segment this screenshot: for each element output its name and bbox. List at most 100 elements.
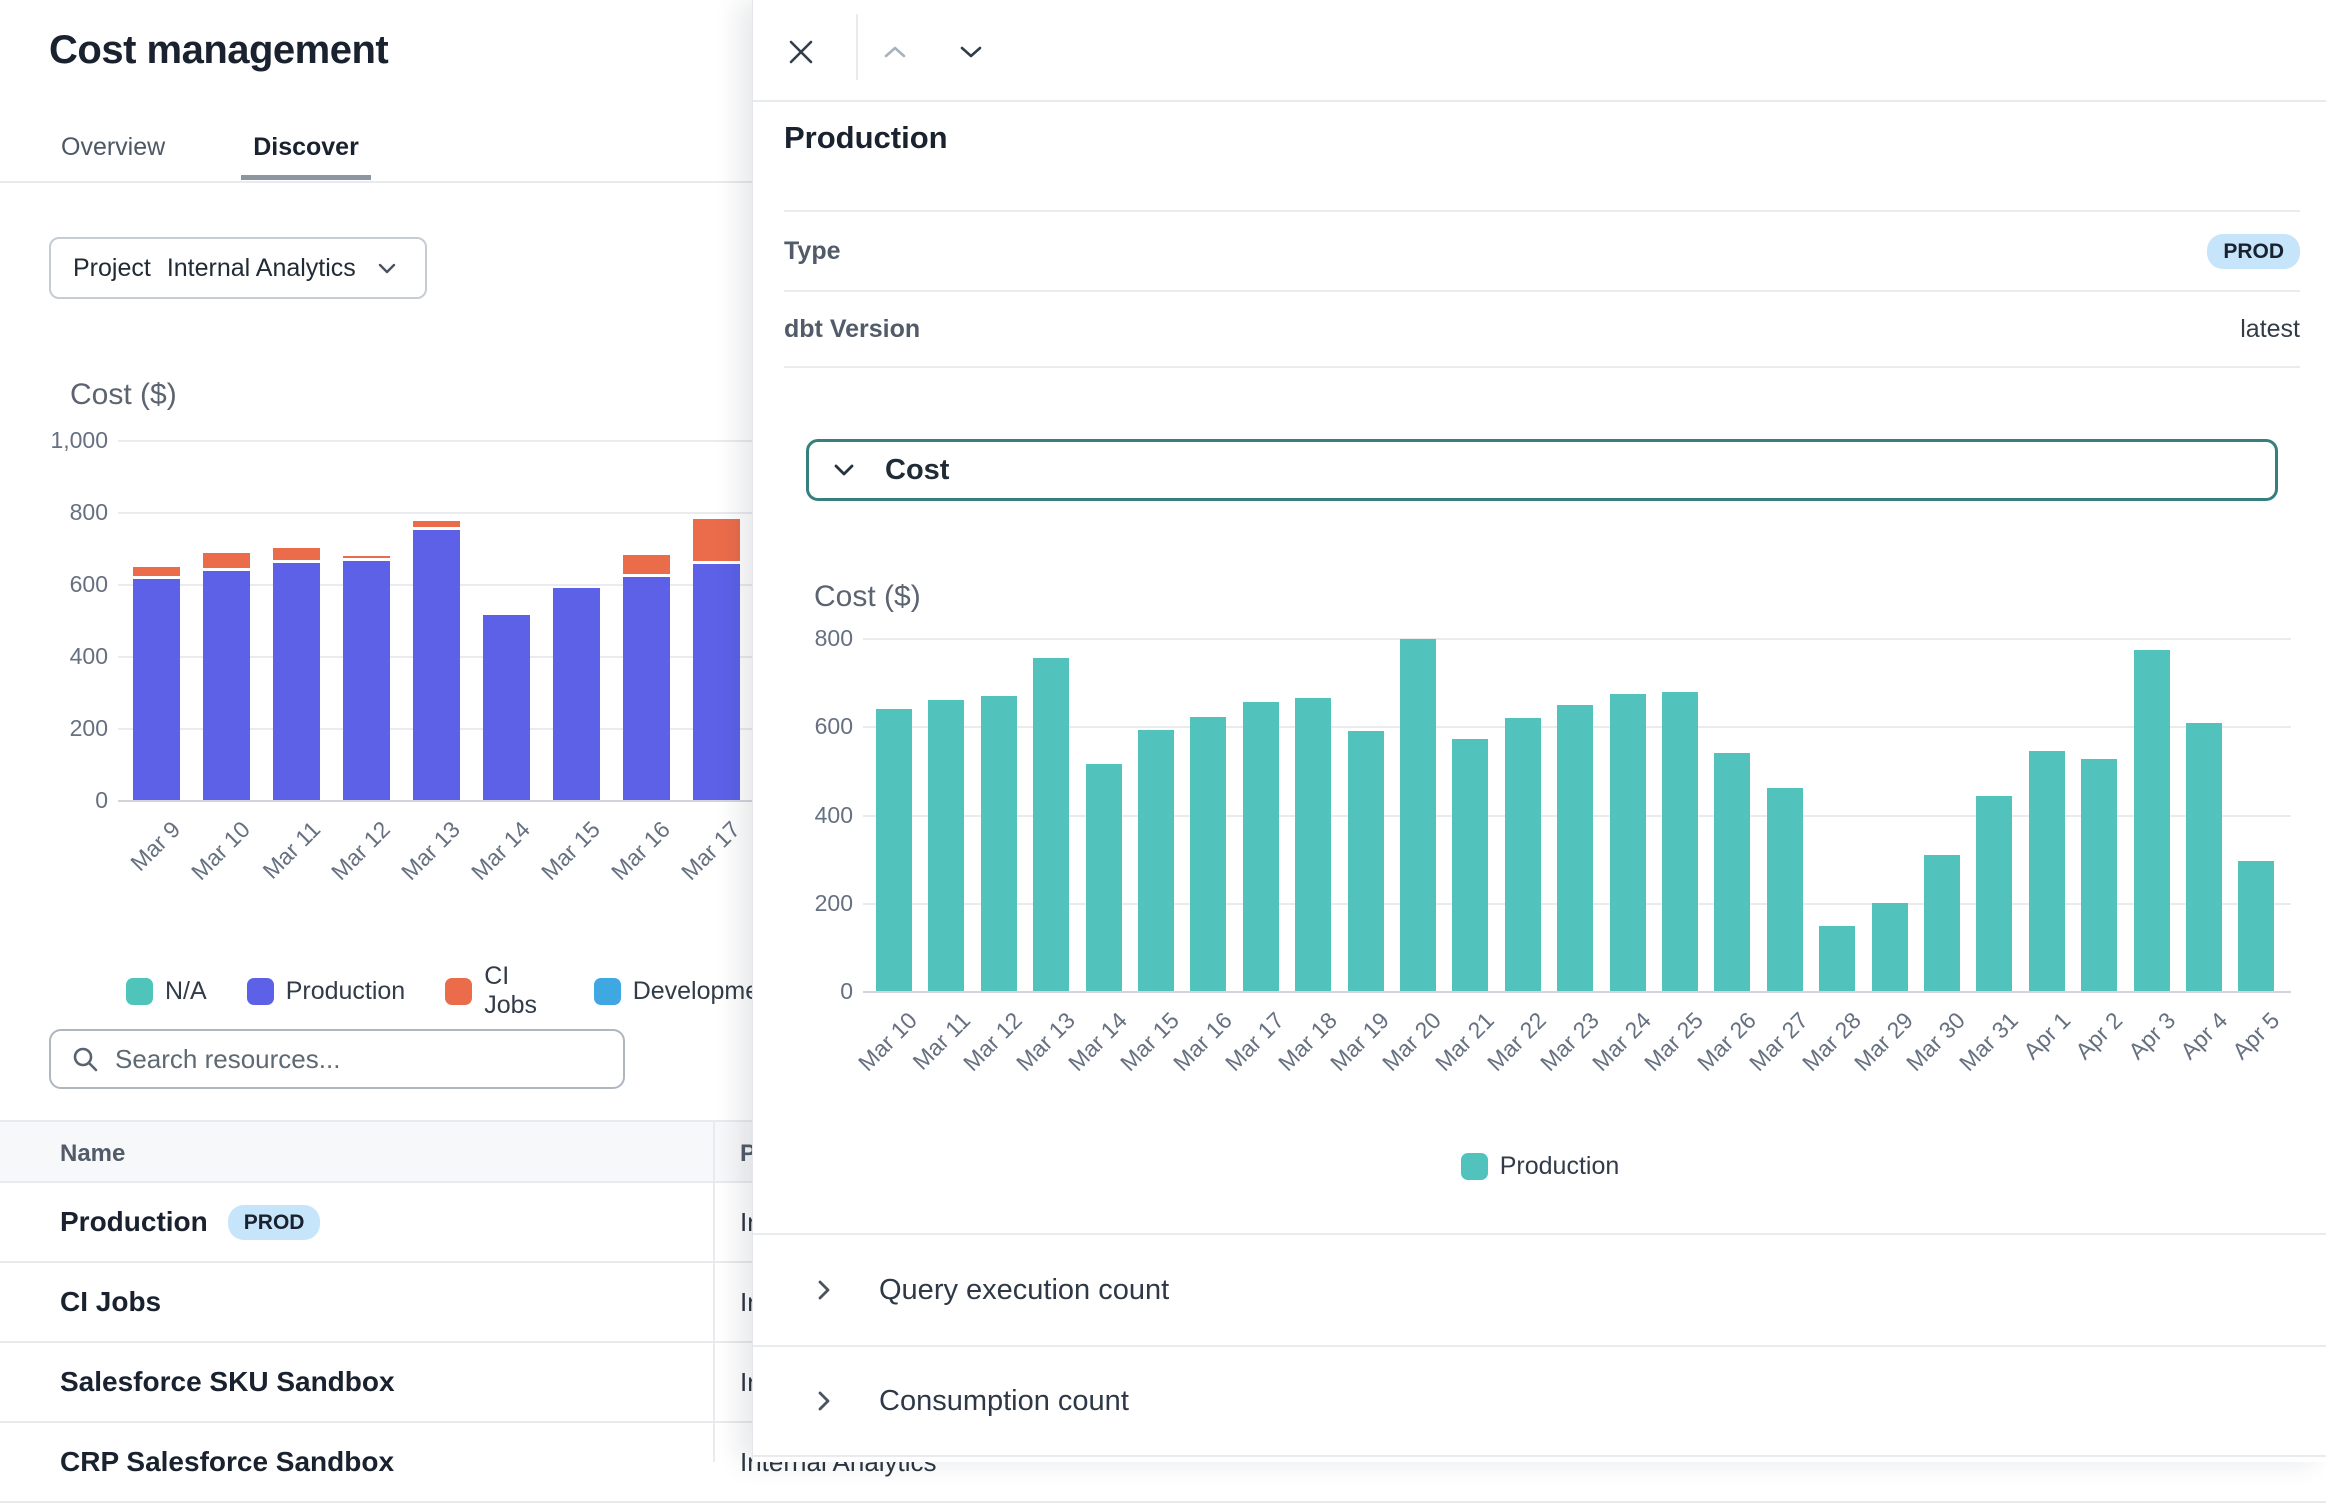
legend-label: CI Jobs [484,962,553,1020]
x-axis-tick: Mar 17 [676,816,746,886]
bar-mar-20-production[interactable] [1400,639,1436,991]
project-filter-dropdown[interactable]: Project Internal Analytics [49,237,427,299]
x-axis-tick: Mar 25 [1639,1007,1709,1077]
legend-item[interactable]: N/A [126,977,207,1006]
x-axis-tick: Mar 29 [1849,1007,1919,1077]
field-value: latest [2240,315,2300,344]
bar-mar-26-production[interactable] [1714,753,1750,991]
x-axis-tick: Mar 13 [1011,1007,1081,1077]
gridline [118,512,780,514]
gridline [863,638,2291,640]
bar-mar-11-production[interactable] [273,563,320,800]
x-axis-tick: Mar 23 [1535,1007,1605,1077]
chart-title: Cost ($) [70,378,177,412]
x-axis-tick: Mar 9 [125,816,186,877]
bar-mar-25-production[interactable] [1662,692,1698,991]
x-axis-tick: Mar 11 [257,816,326,885]
chevron-up-icon[interactable] [877,34,913,70]
section-query-execution-count[interactable]: Query execution count [753,1233,2326,1345]
bar-mar-28-production[interactable] [1819,926,1855,991]
bar-mar-16-production[interactable] [1190,717,1226,991]
bar-mar-15-production[interactable] [1138,730,1174,991]
bar-mar-12-production[interactable] [343,561,390,800]
bar-mar-10-production[interactable] [876,709,912,991]
bar-mar-29-production[interactable] [1872,903,1908,991]
chevron-right-icon [817,1390,831,1412]
bar-mar-17-ci-jobs[interactable] [693,519,740,564]
section-cost-expanded[interactable]: Cost [806,439,2278,501]
chevron-down-icon[interactable] [953,34,989,70]
chevron-right-icon [817,1279,831,1301]
field-row-dbt-version: dbt Version latest [784,292,2300,368]
bar-mar-31-production[interactable] [1976,796,2012,991]
resource-name-text: CRP Salesforce Sandbox [60,1446,394,1478]
bar-mar-9-ci-jobs[interactable] [133,567,180,579]
bar-mar-10-ci-jobs[interactable] [203,553,250,572]
legend-item[interactable]: Production [247,977,406,1006]
y-axis-tick: 0 [753,977,853,1005]
bar-mar-9-n-a[interactable] [133,564,180,567]
y-axis-tick: 400 [0,642,108,670]
bar-apr-2-production[interactable] [2081,759,2117,991]
bar-apr-3-production[interactable] [2134,650,2170,991]
chart-legend: N/AProductionCI JobsDevelopment [126,962,780,1020]
x-axis-tick: Mar 30 [1901,1007,1971,1077]
bar-mar-11-production[interactable] [928,700,964,991]
bar-mar-23-production[interactable] [1557,705,1593,991]
bar-apr-4-production[interactable] [2186,723,2222,991]
x-axis-tick: Mar 13 [396,816,466,886]
x-axis-tick: Mar 26 [1692,1007,1762,1077]
chevron-down-icon [833,463,855,477]
bar-mar-13-production[interactable] [1033,658,1069,991]
column-header-name[interactable]: Name [60,1122,125,1185]
bar-mar-18-production[interactable] [1295,698,1331,991]
x-axis-tick: Mar 14 [1063,1007,1133,1077]
bar-mar-19-production[interactable] [1348,731,1384,991]
bar-mar-9-production[interactable] [133,579,180,800]
bar-mar-30-production[interactable] [1924,855,1960,991]
bar-mar-15-production[interactable] [553,588,600,800]
legend-item[interactable]: Production [1461,1152,1620,1181]
bar-mar-11-ci-jobs[interactable] [273,548,320,563]
x-axis-tick: Apr 3 [2123,1007,2181,1065]
close-icon[interactable] [783,34,819,70]
bar-mar-21-production[interactable] [1452,739,1488,991]
tab-discover[interactable]: Discover [241,133,371,178]
bar-mar-24-production[interactable] [1610,694,1646,991]
bar-mar-16-production[interactable] [623,577,670,800]
field-label: Type [784,237,841,266]
search-box[interactable] [49,1029,625,1089]
bar-mar-10-production[interactable] [203,571,250,800]
y-axis-tick: 400 [753,801,853,829]
search-input[interactable] [115,1044,603,1075]
bar-mar-17-production[interactable] [693,564,740,800]
bar-mar-13-production[interactable] [413,530,460,800]
x-axis-tick: Mar 14 [466,816,536,886]
x-axis-tick: Mar 31 [1954,1007,2024,1077]
tab-overview[interactable]: Overview [49,133,177,178]
x-axis-tick: Mar 27 [1744,1007,1814,1077]
legend-swatch [126,978,153,1005]
bar-mar-12-n-a[interactable] [343,553,390,556]
section-label: Cost [885,454,949,487]
bar-mar-10-n-a[interactable] [203,550,250,553]
bar-apr-1-production[interactable] [2029,751,2065,991]
resource-name-text: Salesforce SKU Sandbox [60,1366,395,1398]
bar-mar-13-ci-jobs[interactable] [413,521,460,530]
bar-mar-16-ci-jobs[interactable] [623,555,670,577]
bar-mar-12-production[interactable] [981,696,1017,991]
section-consumption-count[interactable]: Consumption count [753,1345,2326,1457]
bar-apr-5-production[interactable] [2238,861,2274,991]
x-axis-tick: Apr 4 [2175,1007,2233,1065]
bar-mar-27-production[interactable] [1767,788,1803,991]
bar-mar-14-production[interactable] [1086,764,1122,991]
legend-swatch [594,978,621,1005]
x-axis-tick: Apr 1 [2018,1007,2076,1065]
y-axis-tick: 600 [753,712,853,740]
x-axis-tick: Mar 19 [1325,1007,1395,1077]
legend-item[interactable]: CI Jobs [445,962,553,1020]
legend-swatch [247,978,274,1005]
bar-mar-14-production[interactable] [483,615,530,800]
bar-mar-17-production[interactable] [1243,702,1279,991]
bar-mar-22-production[interactable] [1505,718,1541,991]
